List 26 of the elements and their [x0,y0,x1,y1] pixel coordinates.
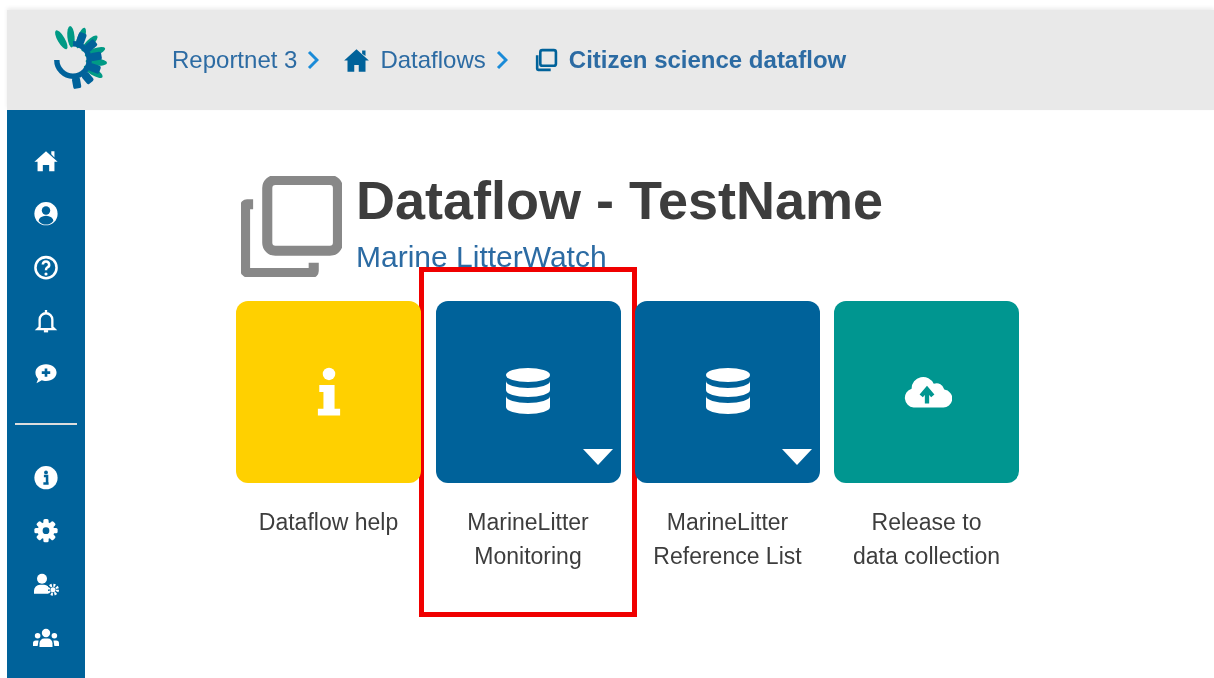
caret-icon [582,449,613,465]
help-icon[interactable] [33,254,59,281]
dataflow-card[interactable] [834,301,1019,483]
card-label: MarineLitter Monitoring [466,508,590,571]
info-icon[interactable] [33,464,59,490]
database-icon [503,367,553,417]
breadcrumb-link[interactable]: Reportnet 3 [172,46,298,74]
dataflow-card[interactable] [635,301,820,483]
user-settings-icon[interactable] [33,571,59,597]
home-icon [343,47,371,73]
page-title: Dataflow - TestName [356,169,884,232]
bell-icon[interactable] [33,308,59,334]
card-label: Release to data collection [851,508,1001,571]
chevron-icon [307,50,320,70]
user-icon[interactable] [33,201,59,227]
caret-icon [782,449,812,465]
card-label: Dataflow help [257,508,400,537]
breadcrumb-link[interactable]: Citizen science dataflow [531,46,847,74]
card-label: MarineLitter Reference List [652,508,803,571]
copy-icon [241,176,342,277]
breadcrumb-link[interactable]: Dataflows [343,46,486,74]
page-subtitle: Marine LitterWatch [356,240,608,274]
settings-icon[interactable] [33,518,59,544]
home-icon[interactable] [33,148,59,174]
dataflow-card[interactable] [435,301,621,483]
chevron-icon [495,50,508,70]
